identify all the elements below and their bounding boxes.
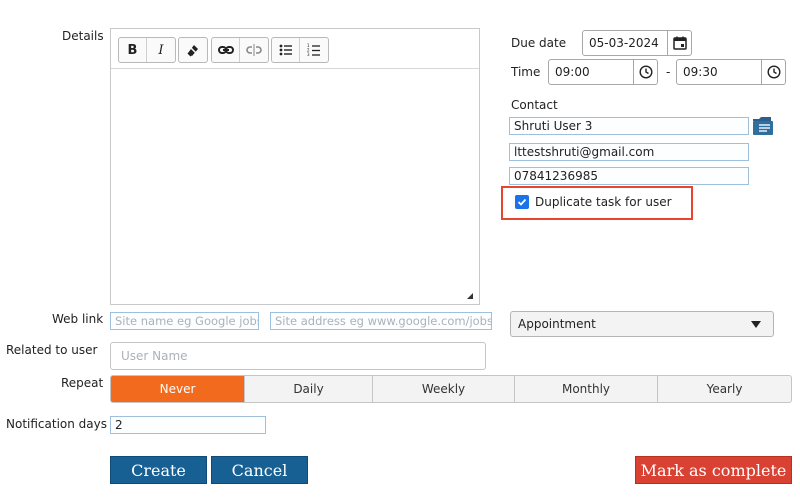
duplicate-task-highlight: Duplicate task for user (501, 186, 693, 220)
duplicate-task-label[interactable]: Duplicate task for user (535, 195, 672, 209)
repeat-option-weekly[interactable]: Weekly (373, 376, 515, 402)
contact-card-icon (753, 117, 773, 135)
link-button[interactable] (212, 38, 240, 62)
time-separator: - (666, 65, 671, 79)
repeat-option-never[interactable]: Never (111, 376, 245, 402)
due-date-field[interactable]: 05-03-2024 (582, 30, 692, 56)
web-link-label: Web link (52, 312, 104, 326)
notification-days-input[interactable]: 2 (110, 416, 266, 434)
site-address-input[interactable]: Site address eg www.google.com/jobs (270, 312, 492, 330)
eraser-icon (186, 43, 200, 57)
details-editor[interactable]: B I 123 (110, 28, 480, 305)
repeat-segmented-control: Never Daily Weekly Monthly Yearly (110, 375, 792, 403)
mark-complete-button[interactable]: Mark as complete (635, 456, 792, 484)
related-user-label: Related to user (6, 343, 98, 357)
duplicate-task-checkbox[interactable] (515, 195, 529, 209)
repeat-option-monthly[interactable]: Monthly (515, 376, 658, 402)
numbered-list-button[interactable]: 123 (300, 38, 328, 62)
unlink-button[interactable] (240, 38, 268, 62)
resize-handle[interactable] (467, 293, 473, 299)
contact-email-field[interactable]: lttestshruti@gmail.com (509, 143, 749, 161)
contact-picker-button[interactable] (751, 115, 775, 137)
start-time-value: 09:00 (555, 65, 590, 79)
link-icon (217, 46, 234, 54)
due-date-label: Due date (511, 36, 567, 50)
clear-format-button[interactable] (179, 38, 207, 62)
notification-days-label: Notification days (6, 417, 107, 431)
task-type-value: Appointment (518, 317, 596, 331)
end-time-clock-button[interactable] (761, 60, 785, 84)
link-group (211, 37, 269, 63)
editor-toolbar: B I 123 (111, 29, 479, 69)
start-time-field[interactable]: 09:00 (548, 59, 658, 85)
calendar-icon (672, 36, 687, 50)
site-name-input[interactable]: Site name eg Google jobs (110, 312, 259, 330)
repeat-label: Repeat (61, 376, 104, 390)
bullet-list-icon (279, 44, 292, 56)
dropdown-arrow-icon (751, 321, 761, 328)
numbered-list-icon: 123 (307, 43, 320, 57)
end-time-field[interactable]: 09:30 (676, 59, 786, 85)
italic-button[interactable]: I (147, 38, 175, 62)
calendar-button[interactable] (667, 31, 691, 55)
end-time-value: 09:30 (683, 65, 718, 79)
clock-icon (638, 65, 653, 79)
start-time-clock-button[interactable] (633, 60, 657, 84)
contact-phone-field[interactable]: 07841236985 (509, 167, 749, 185)
clear-group (178, 37, 208, 63)
repeat-option-daily[interactable]: Daily (245, 376, 373, 402)
repeat-option-yearly[interactable]: Yearly (658, 376, 791, 402)
format-group: B I (118, 37, 176, 63)
due-date-value: 05-03-2024 (589, 36, 659, 50)
details-label: Details (62, 29, 104, 43)
task-type-select[interactable]: Appointment (510, 311, 774, 337)
list-group: 123 (271, 37, 329, 63)
unlink-icon (246, 44, 262, 56)
contact-name-field[interactable]: Shruti User 3 (509, 117, 749, 135)
time-label: Time (511, 65, 541, 79)
bullet-list-button[interactable] (272, 38, 300, 62)
checkmark-icon (517, 198, 527, 206)
create-button[interactable]: Create (110, 456, 207, 484)
user-name-input[interactable]: User Name (110, 342, 486, 370)
clock-icon (766, 65, 781, 79)
cancel-button[interactable]: Cancel (211, 456, 308, 484)
bold-button[interactable]: B (119, 38, 147, 62)
contact-label: Contact (511, 98, 558, 112)
svg-text:3: 3 (307, 52, 310, 57)
